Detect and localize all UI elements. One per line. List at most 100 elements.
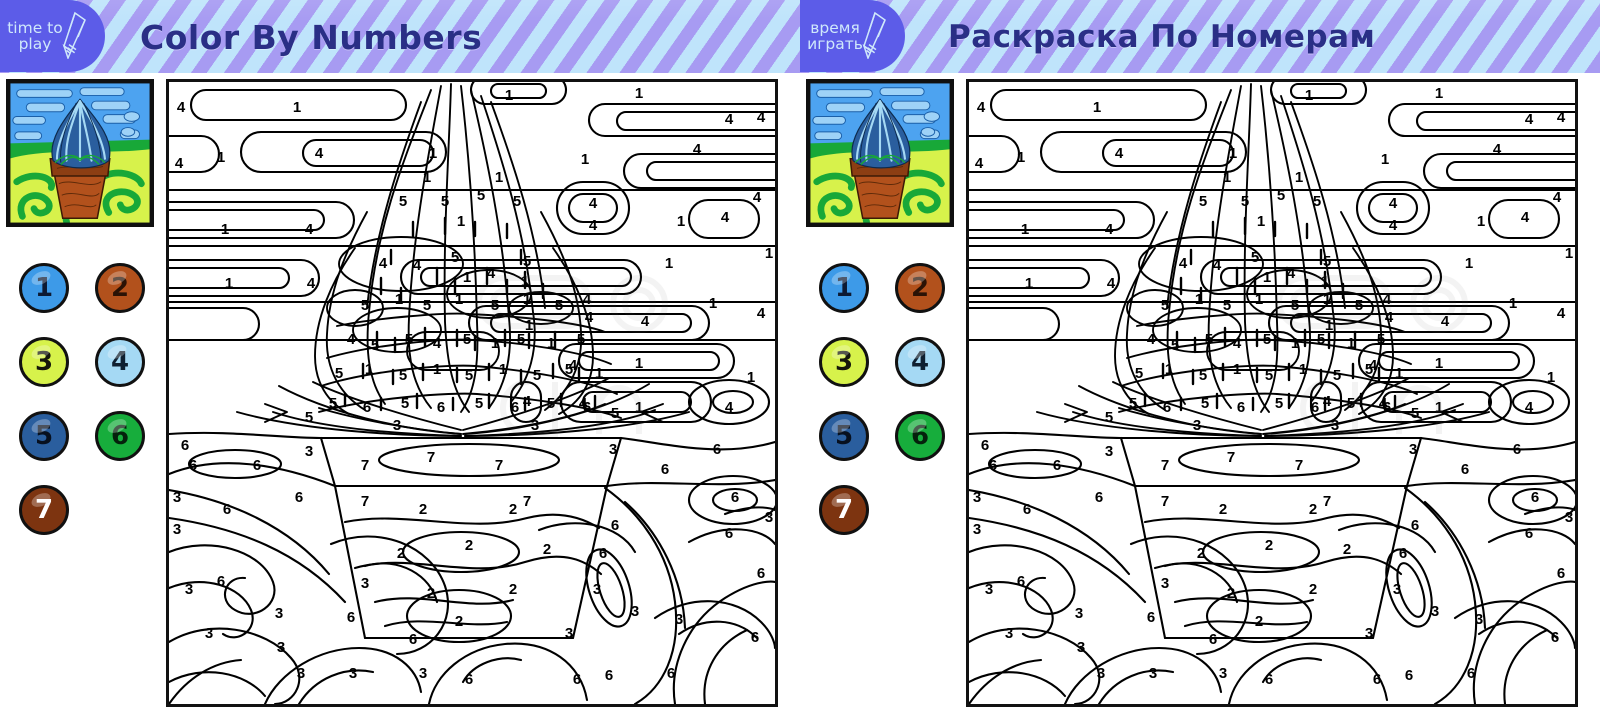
worksheet-page: time to play Color By Numbers 1 2 3 4 5 …	[0, 0, 1600, 713]
legend-chip-7[interactable]: 7	[819, 485, 869, 535]
legend-chip-label: 2	[110, 273, 130, 303]
legend-chip-6[interactable]: 6	[895, 411, 945, 461]
svg-text:4: 4	[175, 155, 184, 172]
svg-text:5: 5	[1129, 395, 1137, 412]
svg-text:1: 1	[1299, 361, 1307, 378]
svg-text:5: 5	[523, 253, 531, 270]
legend-row: 7	[6, 473, 158, 547]
coloring-canvas[interactable]: 41 114 414 114 4 141 414 141 441 11 144 …	[966, 79, 1578, 707]
color-legend: 1 2 3 4 5 6 7	[6, 251, 158, 547]
svg-text:5: 5	[399, 367, 407, 384]
legend-chip-3[interactable]: 3	[819, 337, 869, 387]
legend-chip-1[interactable]: 1	[819, 263, 869, 313]
svg-text:6: 6	[181, 437, 189, 454]
legend-chip-7[interactable]: 7	[19, 485, 69, 535]
svg-text:6: 6	[1373, 671, 1381, 688]
svg-text:5: 5	[1275, 395, 1283, 412]
svg-text:6: 6	[583, 399, 591, 416]
svg-text:4: 4	[1557, 305, 1566, 322]
svg-text:6: 6	[667, 665, 675, 682]
svg-text:4: 4	[1179, 255, 1188, 272]
svg-text:3: 3	[593, 581, 601, 598]
svg-text:6: 6	[1383, 399, 1391, 416]
svg-text:1: 1	[1435, 355, 1443, 372]
svg-text:1: 1	[221, 221, 229, 238]
svg-text:3: 3	[275, 605, 283, 622]
svg-text:1: 1	[395, 291, 403, 308]
svg-text:3: 3	[205, 625, 213, 642]
svg-text:3: 3	[393, 417, 401, 434]
svg-text:3: 3	[173, 521, 181, 538]
svg-text:5: 5	[533, 367, 541, 384]
svg-text:4: 4	[1323, 393, 1332, 410]
svg-text:6: 6	[661, 461, 669, 478]
svg-text:6: 6	[751, 629, 759, 646]
svg-text:6: 6	[1531, 489, 1539, 506]
svg-text:6: 6	[511, 399, 519, 416]
svg-text:1: 1	[1223, 169, 1231, 186]
svg-text:5: 5	[329, 395, 337, 412]
svg-text:2: 2	[427, 585, 435, 602]
legend-chip-5[interactable]: 5	[819, 411, 869, 461]
svg-text:1: 1	[1509, 295, 1517, 312]
svg-text:5: 5	[1105, 409, 1113, 426]
svg-text:4: 4	[523, 393, 532, 410]
legend-chip-6[interactable]: 6	[95, 411, 145, 461]
svg-text:4: 4	[379, 255, 388, 272]
svg-text:3: 3	[1005, 625, 1013, 642]
svg-text:7: 7	[1227, 449, 1235, 466]
svg-text:6: 6	[1163, 399, 1171, 416]
svg-text:7: 7	[427, 449, 435, 466]
panel-body: 1 2 3 4 5 6 7 4 1 1 1 4 4 1 4 1 1 4 4 1 …	[800, 73, 1600, 713]
legend-chip-3[interactable]: 3	[19, 337, 69, 387]
legend-chip-4[interactable]: 4	[95, 337, 145, 387]
svg-text:6: 6	[1265, 671, 1273, 688]
svg-text:6: 6	[1513, 441, 1521, 458]
svg-text:6: 6	[573, 671, 581, 688]
legend-chip-2[interactable]: 2	[895, 263, 945, 313]
svg-text:4: 4	[1389, 217, 1398, 234]
svg-text:4: 4	[1115, 145, 1124, 162]
svg-text:6: 6	[189, 457, 197, 474]
svg-text:4: 4	[757, 109, 766, 126]
svg-text:4: 4	[413, 257, 422, 274]
svg-text:3: 3	[675, 611, 683, 628]
svg-text:1: 1	[635, 85, 643, 102]
svg-text:1: 1	[1093, 99, 1101, 116]
reference-thumbnail	[806, 79, 954, 227]
svg-text:1: 1	[505, 87, 513, 104]
legend-row: 1 2	[6, 251, 158, 325]
coloring-canvas-art: 41 1 14 414 1 14 4 141 4 14 141 441 11 1 44 …	[169, 82, 775, 704]
svg-text:4: 4	[1553, 189, 1562, 206]
svg-text:1: 1	[677, 213, 685, 230]
svg-text:1: 1	[499, 361, 507, 378]
svg-text:1: 1	[463, 269, 471, 286]
svg-text:1: 1	[1323, 291, 1331, 308]
panel-russian: время играть Раскраска По Номерам 1 2 3 …	[800, 0, 1600, 713]
svg-text:4: 4	[975, 155, 984, 172]
coloring-canvas[interactable]: 41 114 414 114 4 141 414 141 441 11 144 …	[166, 79, 778, 707]
legend-chip-label: 6	[910, 421, 930, 451]
svg-text:6: 6	[1311, 399, 1319, 416]
svg-text:1: 1	[1195, 291, 1203, 308]
legend-chip-4[interactable]: 4	[895, 337, 945, 387]
svg-text:7: 7	[361, 457, 369, 474]
svg-text:2: 2	[1197, 545, 1205, 562]
svg-text:3: 3	[1193, 417, 1201, 434]
legend-chip-5[interactable]: 5	[19, 411, 69, 461]
svg-text:5: 5	[451, 249, 459, 266]
svg-text:4: 4	[693, 141, 702, 158]
svg-text:1: 1	[423, 169, 431, 186]
svg-text:3: 3	[277, 639, 285, 656]
svg-text:5: 5	[1263, 331, 1271, 348]
legend-chip-2[interactable]: 2	[95, 263, 145, 313]
svg-text:3: 3	[1097, 665, 1105, 682]
panel-header: time to play Color By Numbers	[0, 0, 800, 73]
svg-text:5: 5	[555, 297, 563, 314]
svg-text:6: 6	[465, 671, 473, 688]
svg-text:5: 5	[305, 409, 313, 426]
svg-text:6: 6	[295, 489, 303, 506]
legend-chip-1[interactable]: 1	[19, 263, 69, 313]
legend-chip-label: 1	[834, 273, 854, 303]
svg-text:5: 5	[1171, 337, 1179, 354]
